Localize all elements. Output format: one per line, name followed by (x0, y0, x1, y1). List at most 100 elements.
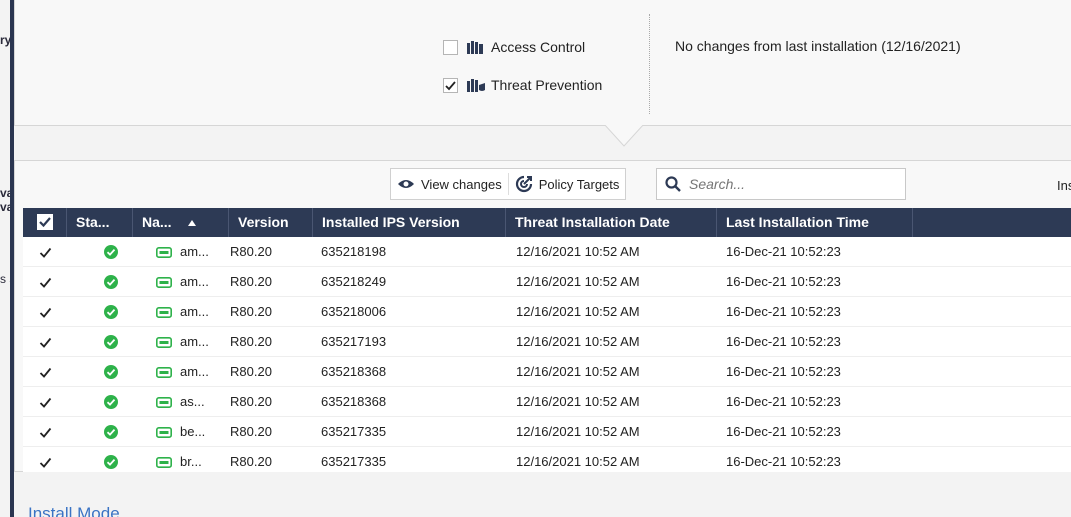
policy-row-threat-prevention[interactable]: Threat Prevention (443, 77, 602, 93)
check-circle-icon (104, 305, 118, 319)
policy-row-access-control[interactable]: Access Control (443, 39, 585, 55)
row-checkbox[interactable] (38, 335, 52, 349)
cell-installed-ips: 635217335 (321, 424, 387, 439)
table-row[interactable]: be... R80.20 635217335 12/16/2021 10:52 AM 1… (23, 417, 1071, 447)
row-checkbox[interactable] (38, 365, 52, 379)
check-circle-icon (104, 395, 118, 409)
gateway-icon (156, 427, 172, 438)
select-all-cell[interactable] (23, 208, 67, 237)
cell-version: R80.20 (230, 334, 272, 349)
cell-installed-ips: 635218368 (321, 364, 387, 379)
row-checkbox[interactable] (38, 395, 52, 409)
cell-version: R80.20 (230, 364, 272, 379)
left-fragment: s s (0, 272, 10, 286)
check-circle-icon (104, 425, 118, 439)
check-circle-icon (104, 275, 118, 289)
view-changes-button[interactable]: View changes (391, 169, 508, 199)
book-icon (467, 40, 483, 54)
select-all-checkbox[interactable] (37, 214, 53, 230)
cell-installed-ips: 635218368 (321, 394, 387, 409)
cell-threat-date: 12/16/2021 10:52 AM (516, 244, 640, 259)
policy-targets-button[interactable]: Policy Targets (509, 169, 626, 199)
check-icon (39, 427, 51, 438)
cell-last-time: 16-Dec-21 10:52:23 (726, 244, 841, 259)
column-header-name-label: Na... (142, 214, 172, 230)
gateway-icon (156, 367, 172, 378)
cell-name: as... (180, 394, 205, 409)
cell-name: am... (180, 244, 209, 259)
table-row[interactable]: am... R80.20 635217193 12/16/2021 10:52 AM 1… (23, 327, 1071, 357)
cell-threat-date: 12/16/2021 10:52 AM (516, 334, 640, 349)
check-icon (39, 457, 51, 468)
cell-name: be... (180, 424, 206, 439)
search-input[interactable] (689, 176, 889, 192)
install-status-text: No changes from last installation (12/16… (675, 38, 961, 54)
column-header-last-time[interactable]: Last Installation Time (717, 208, 913, 237)
cell-threat-date: 12/16/2021 10:52 AM (516, 424, 640, 439)
row-checkbox[interactable] (38, 455, 52, 469)
cell-installed-ips: 635218249 (321, 274, 387, 289)
install-mode-link[interactable]: Install Mode (28, 504, 120, 517)
table-header: Sta... Na... Version Installed IPS Versi… (23, 208, 1071, 237)
eye-icon (398, 180, 414, 188)
check-icon (39, 277, 51, 288)
cell-installed-ips: 635217193 (321, 334, 387, 349)
view-changes-label: View changes (421, 176, 502, 192)
gateway-icon (156, 457, 172, 468)
column-header-installed-ips[interactable]: Installed IPS Version (313, 208, 506, 237)
row-checkbox[interactable] (38, 425, 52, 439)
column-header-threat-date[interactable]: Threat Installation Date (506, 208, 717, 237)
gateway-icon (156, 277, 172, 288)
row-checkbox[interactable] (38, 275, 52, 289)
cell-threat-date: 12/16/2021 10:52 AM (516, 364, 640, 379)
column-header-name[interactable]: Na... (133, 208, 229, 237)
cell-version: R80.20 (230, 454, 272, 469)
table-row[interactable]: am... R80.20 635218368 12/16/2021 10:52 AM 1… (23, 357, 1071, 387)
cell-last-time: 16-Dec-21 10:52:23 (726, 394, 841, 409)
check-circle-icon (104, 365, 118, 379)
cell-name: br... (180, 454, 202, 469)
table-row[interactable]: am... R80.20 635218198 12/16/2021 10:52 AM 1… (23, 237, 1071, 267)
policy-targets-label: Policy Targets (538, 176, 620, 192)
gateway-icon (156, 247, 172, 258)
check-icon (39, 247, 51, 258)
policy-label: Threat Prevention (491, 77, 603, 93)
book-icon (467, 78, 485, 92)
sort-ascending-icon (188, 220, 197, 226)
cell-threat-date: 12/16/2021 10:52 AM (516, 454, 640, 469)
cell-last-time: 16-Dec-21 10:52:23 (726, 334, 841, 349)
table-row[interactable]: as... R80.20 635218368 12/16/2021 10:52 AM 1… (23, 387, 1071, 417)
check-icon (39, 367, 51, 378)
cell-last-time: 16-Dec-21 10:52:23 (726, 304, 841, 319)
cell-name: am... (180, 274, 209, 289)
cell-installed-ips: 635217335 (321, 454, 387, 469)
table-row[interactable]: br... R80.20 635217335 12/16/2021 10:52 AM 1… (23, 447, 1071, 472)
cell-threat-date: 12/16/2021 10:52 AM (516, 274, 640, 289)
table-toolbar: View changes Policy Targets (390, 168, 627, 200)
row-checkbox[interactable] (38, 245, 52, 259)
cell-version: R80.20 (230, 424, 272, 439)
cell-last-time: 16-Dec-21 10:52:23 (726, 274, 841, 289)
row-checkbox[interactable] (38, 305, 52, 319)
check-circle-icon (104, 245, 118, 259)
column-header-status[interactable]: Sta... (67, 208, 133, 237)
threat-prevention-checkbox[interactable] (443, 77, 458, 93)
cell-name: am... (180, 334, 209, 349)
check-icon (445, 80, 456, 90)
gateways-panel: View changes Policy Targets Ins (14, 160, 1071, 472)
table-row[interactable]: am... R80.20 635218249 12/16/2021 10:52 AM 1… (23, 267, 1071, 297)
gateway-icon (156, 397, 172, 408)
left-fragment: ry (0, 33, 10, 47)
column-header-version[interactable]: Version (229, 208, 313, 237)
search-box[interactable] (656, 168, 906, 200)
callout-pointer (604, 124, 644, 147)
gateways-table: Sta... Na... Version Installed IPS Versi… (23, 208, 1071, 472)
search-icon (665, 176, 681, 192)
access-control-checkbox[interactable] (443, 39, 458, 55)
policy-label: Access Control (491, 39, 586, 55)
cell-version: R80.20 (230, 244, 272, 259)
table-row[interactable]: am... R80.20 635218006 12/16/2021 10:52 AM 1… (23, 297, 1071, 327)
left-fragment: va (0, 186, 10, 200)
cell-last-time: 16-Dec-21 10:52:23 (726, 424, 841, 439)
panel-divider (649, 14, 650, 114)
